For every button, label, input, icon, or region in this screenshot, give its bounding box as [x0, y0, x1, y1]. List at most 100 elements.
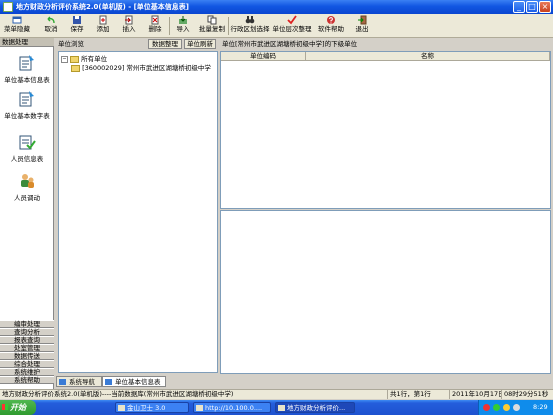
menu-hide-button[interactable]: 菜单隐藏	[4, 15, 30, 37]
nav-category-system-maintenance[interactable]: 系统维护	[0, 368, 54, 376]
task-kingsoft-guard[interactable]: 金山卫士 3.0	[115, 402, 189, 413]
toolbar-label: 删除	[148, 25, 162, 33]
toolbar-label: 导入	[176, 25, 190, 33]
exit-icon	[358, 15, 367, 25]
tree-child-node[interactable]: [360002029] 常州市武进区湖塘桥初级中学	[71, 62, 211, 72]
help-button[interactable]: 软件帮助	[316, 15, 346, 37]
taskbar-clock[interactable]: 8:29	[533, 400, 548, 415]
batch-copy-button[interactable]: 批量复制	[197, 15, 227, 37]
checkmark-icon	[287, 15, 297, 25]
start-label: 开始	[10, 403, 26, 412]
status-info: 地方财政分析评价系统2.0(单机版)----当前数据库(常州市武进区湖塘桥初级中…	[0, 390, 388, 399]
unit-hierarchy-button[interactable]: 单位层次整理	[272, 15, 312, 37]
binoculars-icon	[245, 16, 255, 24]
nav-category-system-help[interactable]: 系统帮助	[0, 376, 54, 384]
task-finance-system[interactable]: 地方财政分析评价...	[275, 402, 355, 413]
toolbar-label: 批量复制	[199, 25, 225, 33]
status-bar: 地方财政分析评价系统2.0(单机版)----当前数据库(常州市武进区湖塘桥初级中…	[0, 389, 553, 399]
add-button[interactable]: 添加	[93, 15, 113, 37]
tray-volume-icon[interactable]	[503, 404, 510, 411]
tab-label: 系统导航	[69, 378, 95, 386]
column-header-code[interactable]: 单位编码	[221, 52, 306, 61]
nav-category-integrated[interactable]: 综合处理	[0, 360, 54, 368]
insert-icon	[125, 15, 133, 25]
nav-item-unit-numbers[interactable]: 单位基本数字表	[0, 90, 54, 126]
toolbar-label: 插入	[122, 25, 136, 33]
toolbar-label: 软件帮助	[318, 25, 344, 33]
browser-icon	[196, 405, 203, 411]
subunits-header: 单位[常州市武进区湖塘桥初级中学]的下级单位	[220, 38, 551, 50]
save-icon	[73, 16, 81, 24]
status-date: 2011年10月17日	[452, 390, 502, 399]
task-label: http://10.100.0....	[205, 404, 263, 412]
batch-copy-icon	[207, 15, 217, 25]
nav-category-query-analysis[interactable]: 查询分析	[0, 328, 54, 336]
status-record: 共1行，第1行	[388, 390, 450, 399]
undo-icon	[47, 16, 55, 24]
task-browser[interactable]: http://10.100.0....	[193, 402, 271, 413]
personnel-info-icon	[19, 135, 36, 150]
task-label: 地方财政分析评价...	[287, 404, 346, 412]
import-icon	[179, 16, 187, 24]
tab-label: 单位基本信息表	[115, 378, 161, 386]
insert-button[interactable]: 插入	[119, 15, 139, 37]
nav-category-office-management[interactable]: 处室管理	[0, 344, 54, 352]
exit-button[interactable]: 退出	[352, 15, 372, 37]
save-button[interactable]: 保存	[67, 15, 87, 37]
windows-logo-icon	[2, 404, 8, 410]
nav-item-personnel-transfer[interactable]: 人员调动	[0, 172, 54, 208]
table-icon	[105, 379, 112, 385]
tray-network-icon[interactable]	[493, 404, 500, 411]
toolbar-label: 添加	[96, 25, 110, 33]
toolbar: 菜单隐藏 取消 保存 添加 插入 删除 导入 批量复制 行政区划选择 单位层次整…	[0, 14, 553, 38]
delete-button[interactable]: 删除	[145, 15, 165, 37]
nav-item-unit-info[interactable]: 单位基本信息表	[0, 54, 54, 90]
nav-item-label: 单位基本数字表	[4, 112, 50, 120]
toolbar-label: 单位层次整理	[272, 25, 312, 33]
toolbar-separator	[228, 17, 229, 35]
start-button[interactable]: 开始	[0, 400, 36, 415]
nav-category-review[interactable]: 编审处理	[0, 320, 54, 328]
taskbar: 开始 金山卫士 3.0 http://10.100.0.... 地方财政分析评价…	[0, 400, 553, 415]
unit-tree[interactable]: − 所有单位 [360002029] 常州市武进区湖塘桥初级中学	[58, 51, 218, 373]
nav-item-label: 单位基本信息表	[4, 76, 50, 84]
minimize-button[interactable]: _	[513, 1, 525, 13]
shield-icon	[118, 405, 125, 411]
task-label: 金山卫士 3.0	[127, 404, 166, 412]
close-button[interactable]: ×	[539, 1, 551, 13]
unit-info-icon	[19, 55, 34, 71]
toolbar-label: 保存	[70, 25, 84, 33]
unit-refresh-button[interactable]: 单位刷新	[184, 39, 216, 49]
app-icon	[278, 405, 285, 411]
toolbar-label: 退出	[355, 25, 369, 33]
unit-browser-panel: 单位浏览 数据整理 单位刷新 − 所有单位 [360002029] 常州市武进区…	[56, 38, 218, 374]
toolbar-label: 菜单隐藏	[4, 25, 30, 33]
undo-button[interactable]: 取消	[41, 15, 61, 37]
collapse-toggle-icon[interactable]: −	[61, 55, 68, 63]
detail-area	[220, 210, 551, 374]
toolbar-label: 行政区划选择	[230, 25, 270, 33]
data-tidy-button[interactable]: 数据整理	[148, 39, 182, 49]
tab-unit-info[interactable]: 单位基本信息表	[102, 376, 166, 387]
toolbar-label: 取消	[44, 25, 58, 33]
delete-icon	[151, 15, 159, 25]
region-select-button[interactable]: 行政区划选择	[230, 15, 270, 37]
window-title: 地方财政分析评价系统2.0(单机版) - [单位基本信息表]	[16, 3, 189, 11]
nav-item-personnel-info[interactable]: 人员信息表	[0, 133, 54, 169]
status-time: 08时29分51秒	[504, 390, 549, 398]
unit-numbers-icon	[19, 91, 34, 107]
title-bar[interactable]: 地方财政分析评价系统2.0(单机版) - [单位基本信息表] _ □ ×	[0, 0, 553, 14]
nav-header: 数据处理	[0, 38, 54, 47]
help-icon	[327, 16, 335, 24]
tray-antivirus-icon[interactable]	[483, 404, 490, 411]
import-button[interactable]: 导入	[173, 15, 193, 37]
column-header-name[interactable]: 名称	[306, 52, 550, 61]
tray-language-icon[interactable]	[513, 404, 520, 411]
nav-category-data-transfer[interactable]: 数据传送	[0, 352, 54, 360]
app-icon	[3, 2, 13, 12]
nav-item-label: 人员调动	[14, 194, 40, 202]
tab-system-navigation[interactable]: 系统导航	[56, 376, 102, 387]
subunits-table[interactable]: 单位编码 名称	[220, 51, 551, 209]
nav-category-report-query[interactable]: 报表查询	[0, 336, 54, 344]
maximize-button[interactable]: □	[526, 1, 538, 13]
